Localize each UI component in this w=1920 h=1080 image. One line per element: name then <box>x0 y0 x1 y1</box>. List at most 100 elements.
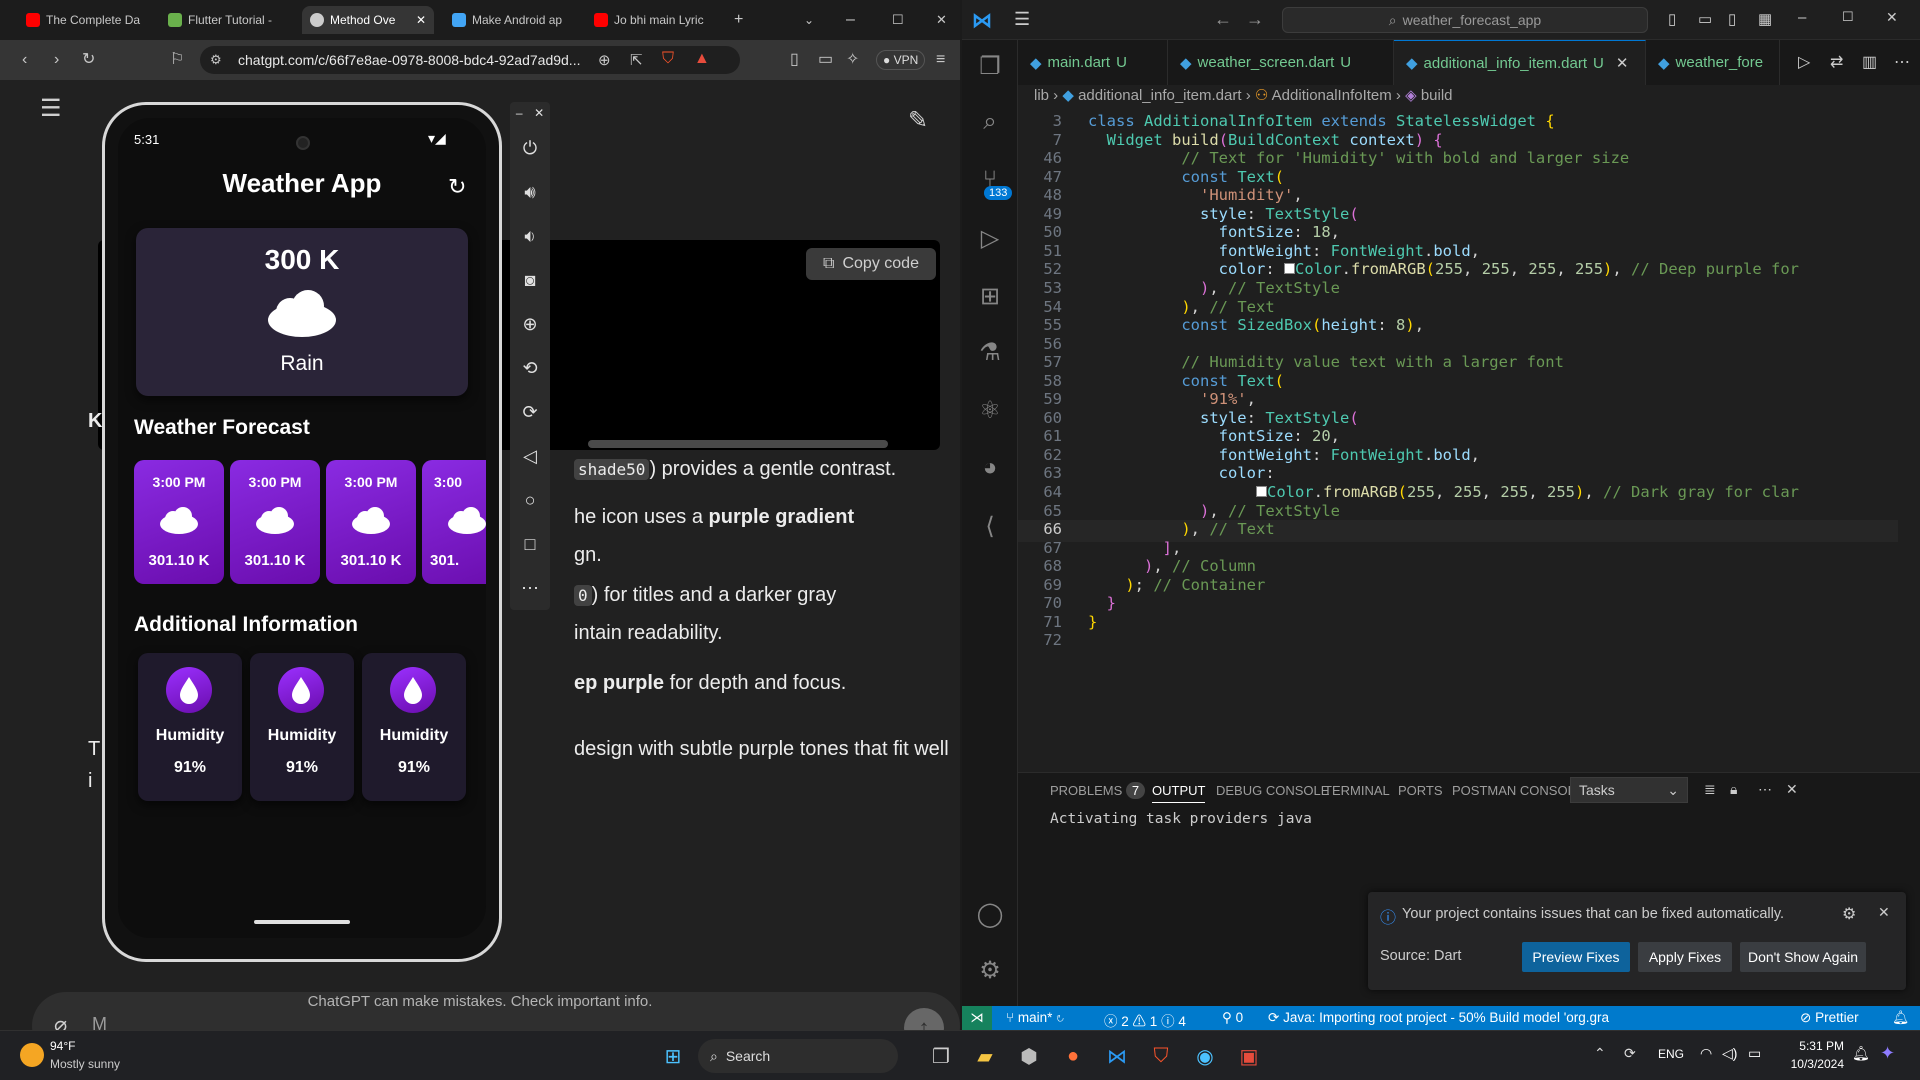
close-window-icon[interactable]: ✕ <box>936 12 947 28</box>
browser-tab[interactable]: Jo bhi main Lyric <box>586 6 718 34</box>
wallet-icon[interactable]: ▭ <box>818 52 833 68</box>
panel-tab-debug-console[interactable]: DEBUG CONSOLE <box>1216 783 1329 798</box>
firefox-icon[interactable]: ● <box>1058 1041 1088 1071</box>
breadcrumb-item[interactable]: lib <box>1034 87 1049 104</box>
testing-icon[interactable]: ⚗ <box>962 338 1018 367</box>
rotate-right-icon[interactable]: ⟳ <box>510 402 550 423</box>
maximize-icon[interactable]: ☐ <box>1842 9 1854 25</box>
weather-sun-icon[interactable] <box>20 1043 44 1067</box>
toggle-panel-icon[interactable]: ▭ <box>1698 10 1712 28</box>
clear-output-icon[interactable]: ≣ <box>1704 781 1716 798</box>
close-window-icon[interactable]: ✕ <box>1886 9 1898 26</box>
editor-tab[interactable]: ◆ weather_screen.dart U <box>1168 40 1394 85</box>
more-actions-icon[interactable]: ⋯ <box>1894 52 1910 72</box>
forward-icon[interactable]: › <box>54 52 59 68</box>
settings-gear-icon[interactable]: ⚙ <box>962 956 1018 985</box>
browser-tab[interactable]: Make Android ap <box>444 6 576 34</box>
task-view-icon[interactable]: ❐ <box>926 1041 956 1071</box>
brave-rewards-icon[interactable]: ▲ <box>694 50 710 68</box>
minimize-icon[interactable]: – <box>846 12 855 28</box>
sidebar-icon[interactable]: ▯ <box>790 52 799 68</box>
java-status[interactable]: ⟳ Java: Importing root project - 50% Bui… <box>1268 1010 1609 1026</box>
apply-fixes-button[interactable]: Apply Fixes <box>1638 942 1732 972</box>
weather-desc[interactable]: Mostly sunny <box>50 1057 120 1071</box>
react-icon[interactable]: ⚛ <box>962 396 1018 425</box>
reload-icon[interactable]: ↻ <box>82 52 95 68</box>
editor-tab-active[interactable]: ◆ additional_info_item.dart U ✕ <box>1394 40 1646 85</box>
browser-tab[interactable]: The Complete Da <box>18 6 150 34</box>
run-icon[interactable]: ▷ <box>1798 52 1810 72</box>
code-line[interactable]: 72 <box>1018 631 1898 653</box>
more-icon[interactable]: ⋯ <box>510 578 550 599</box>
refresh-icon[interactable]: ↻ <box>448 174 466 200</box>
lock-icon[interactable]: 🔒︎ <box>1730 781 1737 798</box>
browser-tab[interactable]: Flutter Tutorial - <box>160 6 292 34</box>
flutter-icon[interactable]: ⟨ <box>962 512 1018 541</box>
zoom-icon[interactable]: ⊕ <box>598 51 611 69</box>
remote-icon[interactable]: ⋊ <box>962 1006 992 1030</box>
gesture-bar[interactable] <box>254 920 350 924</box>
volume-icon[interactable]: ◁) <box>1722 1045 1737 1062</box>
url-text[interactable]: chatgpt.com/c/66f7e8ae-0978-8008-bdc4-92… <box>238 52 580 68</box>
account-icon[interactable]: ◯ <box>962 900 1018 929</box>
wifi-icon[interactable]: ◠ <box>1700 1045 1712 1062</box>
camera-icon[interactable]: ◙ <box>510 270 550 291</box>
toggle-secondary-icon[interactable]: ▯ <box>1728 10 1736 28</box>
extensions-icon[interactable]: ⊞ <box>962 282 1018 311</box>
postman-icon[interactable]: ◕ <box>962 454 1018 482</box>
compare-icon[interactable]: ⇄ <box>1830 52 1843 72</box>
site-info-icon[interactable]: ⚙ <box>210 52 222 68</box>
close-tab-icon[interactable]: ✕ <box>1616 54 1629 72</box>
ports-status[interactable]: ⚲ 0 <box>1222 1010 1243 1026</box>
bell-icon[interactable]: 🔔︎ <box>1892 1010 1909 1026</box>
panel-tab-output[interactable]: OUTPUT <box>1152 783 1206 803</box>
preview-fixes-button[interactable]: Preview Fixes <box>1522 942 1630 972</box>
address-bar[interactable]: ⚙ chatgpt.com/c/66f7e8ae-0978-8008-bdc4-… <box>200 46 740 74</box>
leo-icon[interactable]: ✧ <box>846 52 859 68</box>
output-channel-select[interactable]: Tasks ⌄ <box>1570 777 1688 803</box>
close-panel-icon[interactable]: ✕ <box>1786 781 1798 798</box>
tab-search-chevron-icon[interactable]: ⌄ <box>804 12 814 28</box>
volume-down-icon[interactable]: 🔉︎ <box>510 226 550 247</box>
android-studio-icon[interactable]: ◉ <box>1190 1041 1220 1071</box>
notification-settings-icon[interactable]: ⚙ <box>1842 904 1856 924</box>
vscode-taskbar-icon[interactable]: ⋈ <box>1102 1041 1132 1071</box>
breadcrumb-item[interactable]: additional_info_item.dart <box>1078 87 1241 104</box>
vpn-button[interactable]: ● VPN <box>876 50 926 70</box>
code-editor[interactable]: 3 class AdditionalInfoItem extends Statel… <box>1018 108 1920 768</box>
layout-icon[interactable]: ▦ <box>1758 10 1772 28</box>
bookmark-icon[interactable]: ⚐ <box>170 52 184 68</box>
problems-status[interactable]: ⓧ 2 ⚠ 1 ⓘ 4 <box>1104 1010 1186 1030</box>
command-center-search[interactable]: ⌕ weather_forecast_app <box>1282 7 1648 33</box>
copy-code-button[interactable]: ⧉ Copy code <box>806 248 936 280</box>
split-editor-icon[interactable]: ▥ <box>1862 52 1877 72</box>
brave-shield-icon[interactable]: ⛉ <box>662 50 674 68</box>
home-circle-icon[interactable]: ○ <box>510 490 550 511</box>
emulator-taskbar-icon[interactable]: ▣ <box>1234 1041 1264 1071</box>
hamburger-icon[interactable]: ☰ <box>40 94 62 123</box>
editor-tab[interactable]: ◆ main.dart U <box>1018 40 1168 85</box>
breadcrumb-item[interactable]: AdditionalInfoItem <box>1272 87 1392 104</box>
file-explorer-icon[interactable]: ▰ <box>970 1041 1000 1071</box>
battery-icon[interactable]: ▭ <box>1748 1045 1761 1062</box>
code-scrollbar[interactable] <box>588 440 888 448</box>
panel-tab-terminal[interactable]: TERMINAL <box>1324 783 1390 798</box>
share-icon[interactable]: ⇱ <box>630 51 643 69</box>
new-chat-icon[interactable]: ✎ <box>908 106 928 135</box>
rotate-left-icon[interactable]: ⟲ <box>510 358 550 379</box>
start-windows-icon[interactable]: ⊞ <box>658 1041 688 1071</box>
notification-bell-icon[interactable]: 🔔︎ <box>1852 1045 1870 1062</box>
volume-up-icon[interactable]: 🔊︎ <box>510 182 550 203</box>
nav-back-icon[interactable]: ← <box>1214 9 1232 30</box>
clock-time[interactable]: 5:31 PM <box>1784 1039 1844 1053</box>
tray-chevron-icon[interactable]: ⌃ <box>1594 1045 1606 1062</box>
panel-tab-ports[interactable]: PORTS <box>1398 783 1443 798</box>
overview-square-icon[interactable]: □ <box>510 534 550 555</box>
browser-tab-active[interactable]: Method Ove ✕ <box>302 6 434 34</box>
zoom-icon[interactable]: ⊕ <box>510 314 550 335</box>
power-icon[interactable]: ⏻ <box>510 138 550 159</box>
editor-tab[interactable]: ◆ weather_fore <box>1646 40 1780 85</box>
clock-date[interactable]: 10/3/2024 <box>1776 1057 1844 1071</box>
back-triangle-icon[interactable]: ◁ <box>510 446 550 467</box>
notification-close-icon[interactable]: ✕ <box>1878 904 1890 921</box>
